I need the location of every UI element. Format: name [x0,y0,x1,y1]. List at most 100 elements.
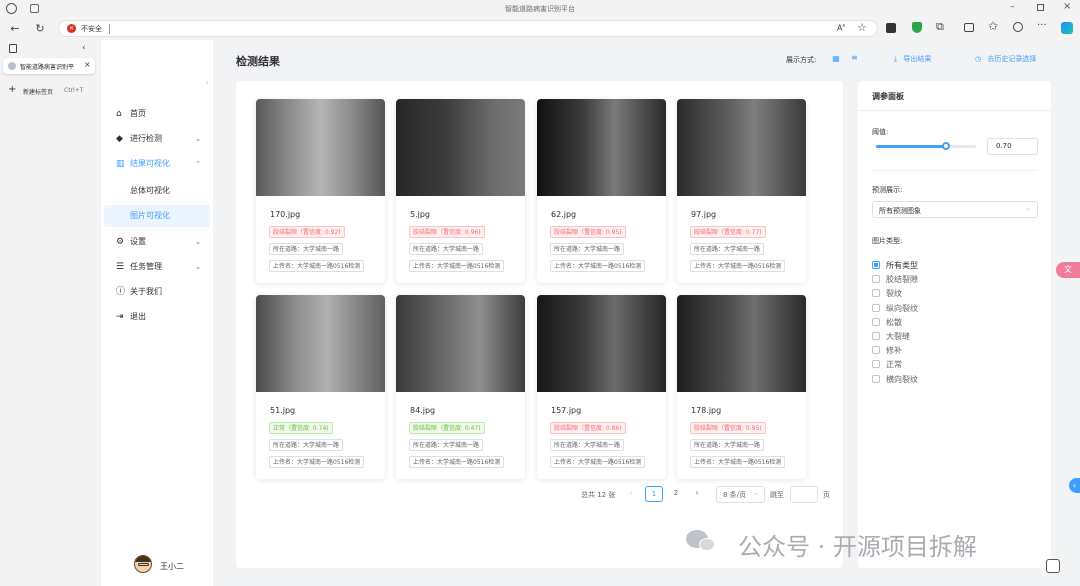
maximize-icon[interactable] [1037,4,1044,11]
new-tab-shortcut: Ctrl+T [64,87,84,94]
sidebar-item-tasks[interactable]: ☰ 任务管理 ⌄ [101,255,213,279]
translate-float-icon[interactable]: 文 [1056,262,1080,278]
shield-extension-icon[interactable] [912,22,922,33]
card-filename: 178.jpg [691,406,722,415]
type-checkbox-label[interactable]: 修补 [886,345,902,356]
sidebar-item-overall-visualization[interactable]: 总体可视化 [101,180,213,202]
sidebar-item-logout[interactable]: ⇥ 退出 [101,305,213,329]
type-checkbox[interactable] [872,332,880,340]
puzzle-icon[interactable]: ⧉ [936,20,944,34]
result-card[interactable]: 62.jpg 胶结裂隙（置信度: 0.95) 所在道路：大学城南一路 上传名：大学城南… [537,99,666,283]
card-filename: 97.jpg [691,210,717,219]
refresh-icon[interactable]: ↻ [33,22,47,36]
result-card[interactable]: 5.jpg 胶结裂隙（置信度: 0.96) 所在道路：大学城南一路 上传名：大学城南一… [396,99,525,283]
type-checkbox[interactable] [872,289,880,298]
sidebar-item-settings[interactable]: ⚙ 设置 ⌄ [101,230,213,254]
page-button-1[interactable]: 1 [645,486,663,502]
avatar-hair-icon [135,556,151,562]
threshold-slider[interactable] [876,142,976,150]
road-image-thumbnail[interactable] [677,99,806,196]
collections-icon[interactable] [1013,22,1023,32]
avatar[interactable] [134,555,152,573]
road-image-thumbnail[interactable] [256,295,385,392]
type-checkbox-label[interactable]: 横向裂纹 [886,374,918,385]
type-checkbox[interactable] [872,261,880,269]
history-button[interactable]: ◷ 去历史记录选择 [975,54,1036,64]
road-image-thumbnail[interactable] [396,295,525,392]
next-page-icon[interactable]: › [691,486,703,502]
road-image-thumbnail[interactable] [396,99,525,196]
new-tab-plus-icon[interactable]: + [8,84,16,95]
collapse-tabs-icon[interactable]: ‹ [82,43,86,53]
security-label[interactable]: 不安全 [81,24,102,34]
result-card[interactable]: 170.jpg 胶结裂隙（置信度: 0.92) 所在道路：大学城南一路 上传名：大学城… [256,99,385,283]
road-image-thumbnail[interactable] [537,99,666,196]
tab-title[interactable]: 智能道路病害识别平 [20,62,80,71]
type-checkbox-label[interactable]: 裂纹 [886,288,902,299]
result-card[interactable]: 157.jpg 胶结裂隙（置信度: 0.86) 所在道路：大学城南一路 上传名：大学城… [537,295,666,479]
chevron-down-icon: ⌄ [753,489,759,497]
type-checkbox-label[interactable]: 大裂缝 [886,331,910,342]
result-card[interactable]: 97.jpg 胶结裂隙（置信度: 0.77) 所在道路：大学城南一路 上传名：大学城南… [677,99,806,283]
screenshot-tool-icon[interactable] [1046,559,1060,573]
type-checkbox-label[interactable]: 所有类型 [886,260,918,271]
sidebar-item-detect[interactable]: ◆ 进行检测 ⌄ [101,127,213,151]
type-checkbox[interactable] [872,374,880,383]
expand-side-icon[interactable]: ‹ [1069,478,1080,493]
new-tab-label[interactable]: 新建标签页 [23,87,53,96]
result-card[interactable]: 84.jpg 胶结裂隙（置信度: 0.47) 所在道路：大学城南一路 上传名：大学城南… [396,295,525,479]
sidebar-collapse-icon[interactable]: ‹ [201,78,213,92]
threshold-slider-handle[interactable] [942,142,950,150]
type-checkbox[interactable] [872,360,880,369]
type-checkbox-label[interactable]: 正常 [886,359,902,370]
address-bar[interactable]: ✕ 不安全 Aʌ ☆ [58,20,878,37]
tab-favicon-icon [8,62,16,70]
minimize-icon[interactable]: – [1010,2,1015,12]
list-view-icon[interactable]: ≡ [851,53,858,62]
export-button[interactable]: ⤓ 导出结果 [894,54,931,64]
type-checkbox[interactable] [872,275,880,284]
close-tab-icon[interactable]: × [84,60,91,69]
threshold-input[interactable]: 0.70 [987,138,1038,155]
type-checkbox-label[interactable]: 松散 [886,317,902,328]
split-screen-icon[interactable] [964,23,974,32]
page-title: 检测结果 [236,55,280,68]
read-aloud-icon[interactable]: Aʌ [837,23,845,33]
result-card[interactable]: 51.jpg 正常（置信度: 0.74) 所在道路：大学城南一路 上传名：大学城南一路… [256,295,385,479]
road-tag: 所在道路：大学城南一路 [550,243,625,255]
jump-page-input[interactable] [790,486,818,503]
type-checkbox[interactable] [872,303,880,312]
road-image-thumbnail[interactable] [537,295,666,392]
grid-view-icon[interactable]: ▦ [829,53,843,65]
page-size-select[interactable]: 8 条/页 ⌄ [716,486,765,503]
type-checkbox[interactable] [872,317,880,326]
sidebar-item-visualization[interactable]: ▥ 结果可视化 ⌃ [101,152,213,176]
prediction-select[interactable]: 所有预测图象 ⌄ [872,201,1038,218]
result-card[interactable]: 178.jpg 胶结裂隙（置信度: 0.95) 所在道路：大学城南一路 上传名：大学城… [677,295,806,479]
favorite-icon[interactable]: ☆ [857,21,867,34]
road-tag: 所在道路：大学城南一路 [269,439,344,451]
sidebar-item-about[interactable]: ⓘ 关于我们 [101,280,213,304]
type-checkbox-label[interactable]: 纵向裂纹 [886,303,918,314]
type-checkbox-label[interactable]: 胶结裂隙 [886,274,918,285]
road-image-thumbnail[interactable] [256,99,385,196]
back-icon[interactable]: ← [8,22,22,36]
prev-page-icon[interactable]: ‹ [625,486,637,502]
sidebar-item-image-visualization[interactable]: 图片可视化 [104,205,210,227]
copilot-icon[interactable] [1061,22,1073,34]
threshold-label: 阈值: [872,128,889,136]
user-name[interactable]: 王小二 [160,561,184,572]
more-icon[interactable]: ··· [1037,20,1047,31]
tab-actions-icon[interactable] [9,44,17,53]
uploader-tag: 上传名：大学城南一路0516检测 [690,260,786,272]
jump-label: 跳至 [770,491,784,499]
active-tab[interactable]: 智能道路病害识别平 × [3,58,95,74]
type-checkbox[interactable] [872,346,880,355]
extension-icon[interactable] [886,23,896,33]
favorites-icon[interactable]: ✩ [988,19,998,33]
sidebar-item-home[interactable]: ⌂ 首页 [101,102,213,126]
sidebar-item-label: 结果可视化 [130,159,170,168]
road-image-thumbnail[interactable] [677,295,806,392]
close-window-icon[interactable]: × [1063,1,1071,12]
page-button-2[interactable]: 2 [668,486,684,502]
